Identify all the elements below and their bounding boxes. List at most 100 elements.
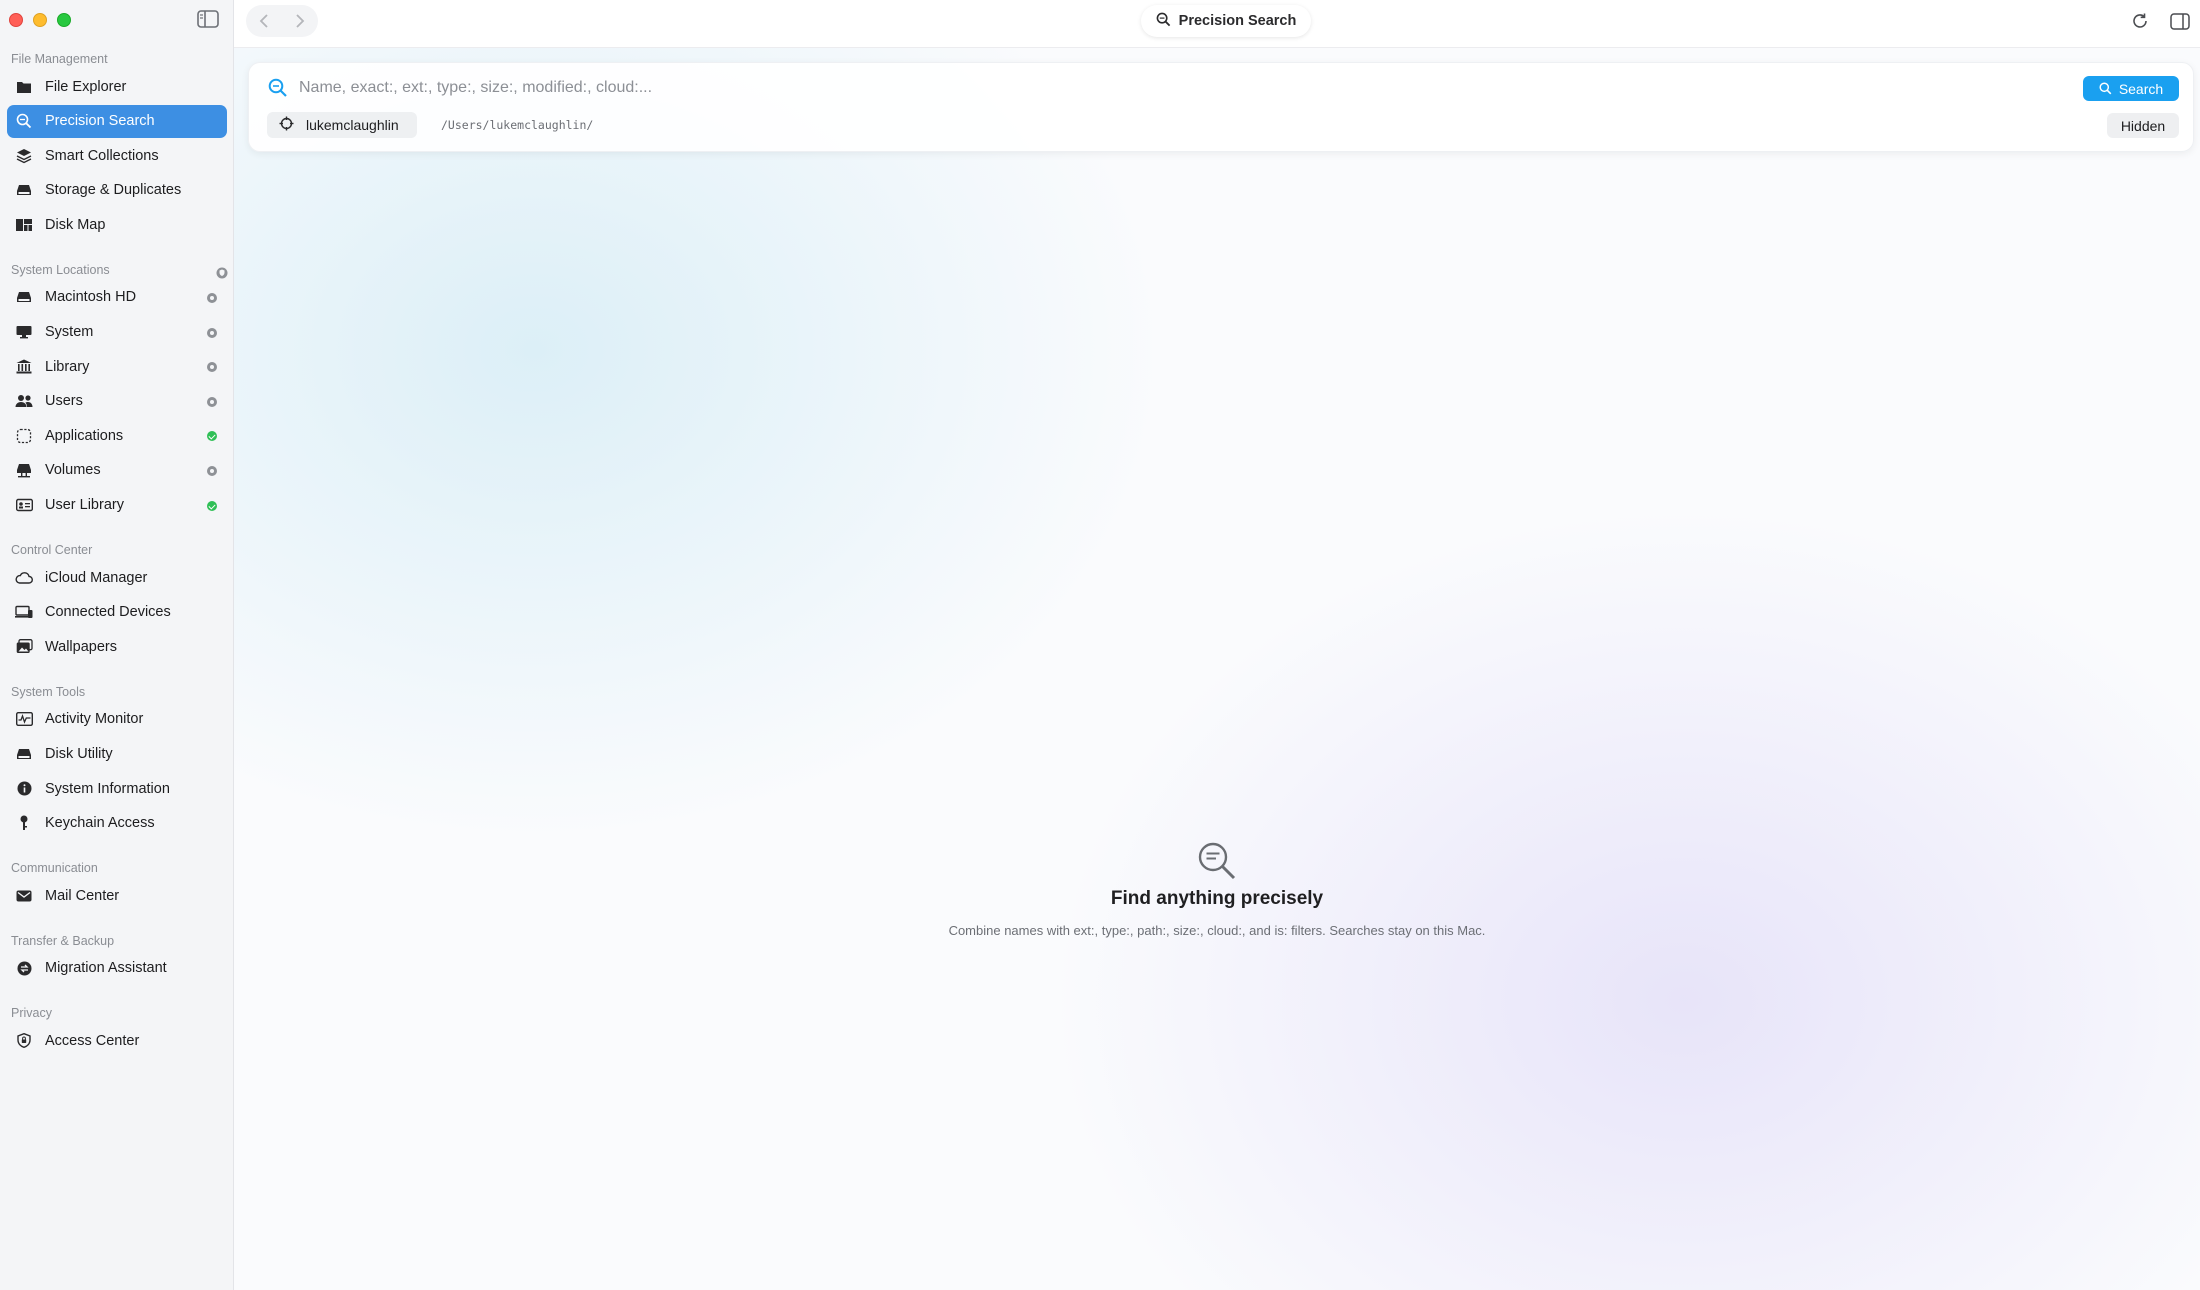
window-title: Precision Search — [1141, 5, 1311, 37]
treemap-icon — [15, 216, 33, 234]
sidebar-list: File Management File Explorer Precision … — [0, 48, 234, 1059]
sidebar-item-connected-devices[interactable]: Connected Devices — [7, 596, 227, 629]
search-panel: Search lukemclaughlin /Users/lukemclaugh… — [248, 62, 2194, 152]
sidebar-item-label: Precision Search — [45, 113, 155, 130]
scope-chip[interactable]: lukemclaughlin — [267, 112, 417, 138]
search-button[interactable]: Search — [2083, 76, 2179, 101]
search-icon — [2099, 82, 2112, 95]
document-search-icon — [1196, 840, 1238, 882]
sidebar-item-label: Access Center — [45, 1032, 140, 1049]
navigation-buttons — [246, 5, 318, 37]
sidebar-item-system[interactable]: System — [7, 316, 227, 349]
sidebar-item-label: Keychain Access — [45, 815, 155, 832]
section-label-transfer-backup: Transfer & Backup — [11, 933, 115, 948]
envelope-icon — [15, 887, 33, 905]
sidebar-item-system-information[interactable]: System Information — [7, 772, 227, 805]
section-label-communication: Communication — [11, 861, 98, 876]
sidebar-item-label: Smart Collections — [45, 147, 159, 164]
app-window: File Management File Explorer Precision … — [0, 0, 2200, 1290]
section-label-privacy: Privacy — [11, 1006, 52, 1021]
hard-drive-icon — [15, 288, 33, 306]
app-grid-icon — [15, 427, 33, 445]
sidebar-item-precision-search[interactable]: Precision Search — [7, 104, 227, 138]
toolbar: Precision Search — [234, 0, 2200, 48]
stack-icon — [15, 147, 33, 165]
external-drive-icon — [15, 461, 33, 479]
empty-state-title: Find anything precisely — [1110, 888, 1324, 909]
cloud-icon — [15, 569, 33, 587]
sidebar-item-label: Macintosh HD — [45, 289, 137, 306]
sidebar-item-label: Mail Center — [45, 887, 120, 904]
status-indicator — [207, 500, 217, 511]
devices-icon — [15, 603, 33, 621]
close-window-button[interactable] — [9, 13, 23, 27]
status-indicator — [207, 465, 217, 476]
id-card-icon — [15, 496, 33, 514]
search-input[interactable] — [299, 75, 1999, 101]
section-label-file-management: File Management — [11, 52, 108, 66]
crosshair-icon — [279, 116, 294, 134]
empty-state-subtitle: Combine names with ext:, type:, path:, s… — [948, 923, 1486, 938]
sidebar-item-label: Migration Assistant — [45, 960, 167, 977]
sidebar-item-label: Disk Map — [45, 216, 106, 233]
search-icon — [268, 78, 288, 98]
sidebar-item-volumes[interactable]: Volumes — [7, 454, 227, 487]
sidebar-item-file-explorer[interactable]: File Explorer — [7, 70, 227, 103]
sidebar-item-keychain-access[interactable]: Keychain Access — [7, 807, 227, 840]
status-indicator — [207, 292, 217, 303]
sidebar-item-label: Storage & Duplicates — [45, 182, 182, 199]
sidebar-item-disk-map[interactable]: Disk Map — [7, 208, 227, 241]
zoom-window-button[interactable] — [57, 13, 71, 27]
sidebar-item-library[interactable]: Library — [7, 350, 227, 383]
sidebar-item-users[interactable]: Users — [7, 385, 227, 418]
magnifier-icon — [1156, 12, 1171, 31]
status-indicator — [207, 431, 217, 442]
people-icon — [15, 392, 33, 410]
sidebar-item-disk-utility[interactable]: Disk Utility — [7, 738, 227, 771]
sidebar-toggle-icon[interactable] — [197, 10, 219, 28]
sidebar-item-label: Users — [45, 393, 83, 410]
window-controls — [9, 13, 71, 27]
sidebar-item-macintosh-hd[interactable]: Macintosh HD — [7, 281, 227, 314]
status-indicator — [207, 396, 217, 407]
folder-icon — [15, 78, 33, 96]
sidebar-item-label: Library — [45, 358, 90, 375]
drive-icon — [15, 181, 33, 199]
sidebar-item-icloud-manager[interactable]: iCloud Manager — [7, 561, 227, 594]
sidebar-item-label: Connected Devices — [45, 604, 171, 621]
shield-badge-icon — [216, 264, 228, 279]
sidebar-item-label: User Library — [45, 497, 124, 514]
info-icon — [15, 780, 33, 798]
minimize-window-button[interactable] — [33, 13, 47, 27]
sidebar-item-migration-assistant[interactable]: Migration Assistant — [7, 952, 227, 985]
sidebar-item-activity-monitor[interactable]: Activity Monitor — [7, 703, 227, 736]
sidebar-item-label: File Explorer — [45, 78, 127, 95]
sidebar-item-smart-collections[interactable]: Smart Collections — [7, 139, 227, 172]
back-chevron-icon[interactable] — [254, 11, 274, 31]
section-label-control-center: Control Center — [11, 543, 93, 558]
main-content: Precision Search Search lukemclaughlin /… — [234, 0, 2200, 1290]
shield-icon — [15, 1032, 33, 1050]
section-label-system-tools: System Tools — [11, 684, 86, 699]
refresh-icon[interactable] — [2129, 10, 2151, 32]
forward-chevron-icon[interactable] — [290, 11, 310, 31]
photos-icon — [15, 638, 33, 656]
sidebar-item-mail-center[interactable]: Mail Center — [7, 879, 227, 912]
sidebar-item-label: System — [45, 324, 94, 341]
sidebar-item-label: Applications — [45, 427, 124, 444]
section-label-system-locations: System Locations — [0, 259, 234, 281]
sidebar-item-label: Activity Monitor — [45, 711, 144, 728]
sidebar-item-wallpapers[interactable]: Wallpapers — [7, 630, 227, 663]
sidebar: File Management File Explorer Precision … — [0, 0, 234, 1290]
institution-icon — [15, 358, 33, 376]
sidebar-item-applications[interactable]: Applications — [7, 419, 227, 452]
hidden-files-toggle[interactable]: Hidden — [2107, 113, 2179, 138]
inspector-toggle-icon[interactable] — [2169, 10, 2191, 32]
sidebar-item-user-library[interactable]: User Library — [7, 489, 227, 522]
sidebar-item-access-center[interactable]: Access Center — [7, 1024, 227, 1057]
sidebar-item-label: Disk Utility — [45, 746, 113, 762]
empty-state: Find anything precisely Combine names wi… — [234, 840, 2200, 938]
migration-icon — [15, 959, 33, 977]
sidebar-item-storage-duplicates[interactable]: Storage & Duplicates — [7, 174, 227, 207]
waveform-chart-icon — [15, 710, 33, 728]
